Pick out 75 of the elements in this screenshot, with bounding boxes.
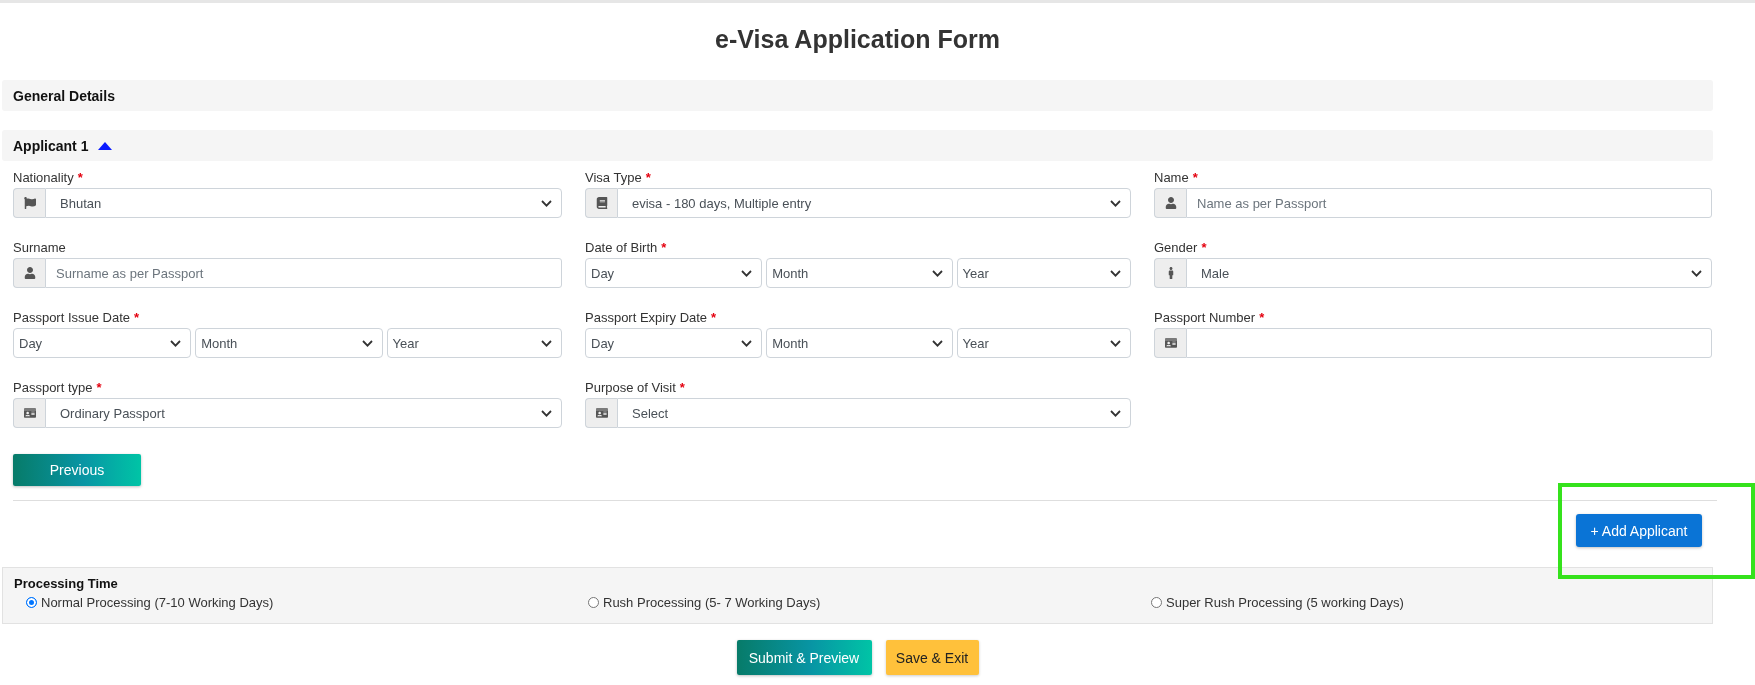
field-label: Surname: [13, 240, 66, 256]
person-icon: [1154, 258, 1186, 288]
required-mark: *: [1259, 310, 1265, 326]
text-input[interactable]: Name as per Passport: [1186, 188, 1712, 218]
chevron-down-icon: [170, 339, 182, 347]
month-select[interactable]: Month: [195, 328, 383, 358]
field-label: Date of Birth: [585, 240, 658, 256]
required-mark: *: [711, 310, 717, 326]
id-card-icon: [13, 398, 45, 428]
radio-button[interactable]: [1151, 596, 1162, 608]
chevron-down-icon: [741, 339, 753, 347]
submit-button[interactable]: Submit & Preview: [736, 640, 872, 675]
dropdown[interactable]: Ordinary Passport: [45, 398, 562, 428]
day-select[interactable]: Day: [585, 328, 763, 358]
field-label: Passport type: [13, 380, 93, 396]
chevron-down-icon: [541, 409, 552, 417]
required-mark: *: [134, 310, 140, 326]
section-title: General Details: [13, 87, 115, 104]
flag-icon: [13, 188, 45, 218]
field-label: Visa Type: [585, 170, 642, 186]
dropdown[interactable]: Bhutan: [45, 188, 562, 218]
chevron-down-icon: [741, 269, 753, 277]
chevron-down-icon: [541, 199, 552, 207]
year-select[interactable]: Year: [386, 328, 562, 358]
field-label: Gender: [1154, 240, 1198, 256]
text-input[interactable]: Surname as per Passport: [45, 258, 562, 288]
radio-button[interactable]: [588, 596, 599, 608]
month-select[interactable]: Month: [766, 258, 953, 288]
month-select[interactable]: Month: [766, 328, 953, 358]
dropdown[interactable]: Male: [1186, 258, 1712, 288]
chevron-down-icon: [1110, 339, 1121, 347]
chevron-down-icon: [361, 339, 373, 347]
save-button[interactable]: Save & Exit: [885, 640, 979, 675]
field-label: Passport Number: [1154, 310, 1256, 326]
chevron-down-icon: [1110, 199, 1121, 207]
field-label: Name: [1154, 170, 1189, 186]
required-mark: *: [679, 380, 685, 396]
user-icon: [1154, 188, 1186, 218]
field-label: Purpose of Visit: [585, 380, 676, 396]
previous-button[interactable]: Previous: [13, 454, 141, 486]
dropdown[interactable]: evisa - 180 days, Multiple entry: [617, 188, 1131, 218]
year-select[interactable]: Year: [956, 258, 1131, 288]
chevron-down-icon: [1110, 409, 1121, 417]
chevron-down-icon: [1691, 269, 1702, 277]
required-mark: *: [1201, 240, 1207, 256]
book-icon: [585, 188, 617, 218]
day-select[interactable]: Day: [585, 258, 763, 288]
radio-label[interactable]: Super Rush Processing (5 working Days): [1166, 594, 1404, 610]
day-select[interactable]: Day: [13, 328, 192, 358]
field-label: Passport Expiry Date: [585, 310, 708, 326]
dropdown[interactable]: Select: [617, 398, 1131, 428]
id-card-icon: [1154, 328, 1186, 358]
required-mark: *: [96, 380, 102, 396]
field-label: Passport Issue Date: [13, 310, 131, 326]
chevron-down-icon: [1110, 269, 1121, 277]
chevron-down-icon: [931, 339, 943, 347]
id-card-icon: [585, 398, 617, 428]
radio-button[interactable]: [26, 596, 37, 608]
user-icon: [13, 258, 45, 288]
required-mark: *: [645, 170, 651, 186]
page-title: e-Visa Application Form: [714, 24, 1001, 54]
chevron-down-icon: [541, 339, 552, 347]
required-mark: *: [661, 240, 667, 256]
field-label: Nationality: [13, 170, 74, 186]
year-select[interactable]: Year: [956, 328, 1131, 358]
add-applicant-button[interactable]: + Add Applicant: [1576, 514, 1702, 547]
panel-title: Processing Time: [14, 576, 119, 592]
radio-label[interactable]: Normal Processing (7-10 Working Days): [41, 594, 274, 610]
required-mark: *: [1192, 170, 1198, 186]
radio-label[interactable]: Rush Processing (5- 7 Working Days): [603, 594, 821, 610]
required-mark: *: [77, 170, 83, 186]
caret-up-icon[interactable]: [98, 141, 113, 150]
text-input[interactable]: [1186, 328, 1712, 358]
section-title: Applicant 1: [13, 137, 89, 154]
chevron-down-icon: [931, 269, 943, 277]
